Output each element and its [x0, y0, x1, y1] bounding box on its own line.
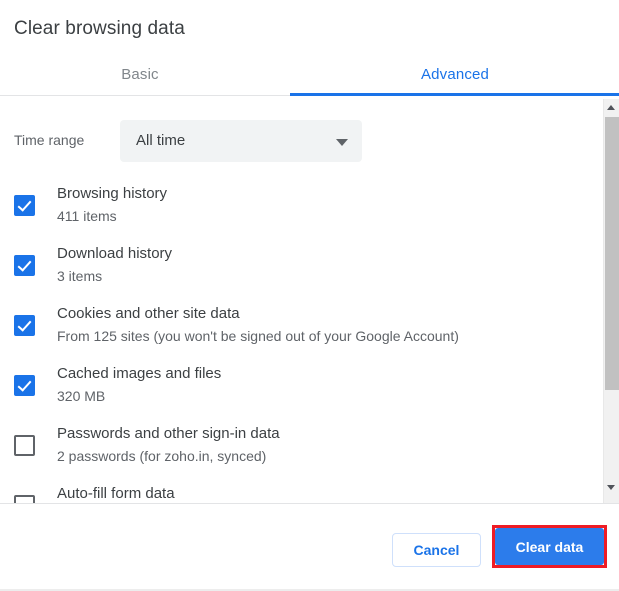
checkbox-autofill-form-data[interactable] [14, 495, 35, 503]
checkbox-browsing-history[interactable] [14, 195, 35, 216]
list-item-text: Cookies and other site data From 125 sit… [57, 303, 587, 347]
list-item-text: Cached images and files 320 MB [57, 363, 587, 407]
list-item-title: Download history [57, 243, 587, 265]
cancel-button[interactable]: Cancel [392, 533, 481, 567]
list-item-title: Auto-fill form data [57, 483, 587, 503]
list-item-text: Download history 3 items [57, 243, 587, 287]
dialog-content-area: Time range All time Browsing history 411… [0, 99, 603, 503]
tab-basic[interactable]: Basic [20, 60, 260, 100]
tab-divider [0, 95, 290, 96]
list-item-text: Auto-fill form data [57, 483, 587, 503]
content-scrollbar[interactable] [603, 99, 619, 503]
list-item-title: Passwords and other sign-in data [57, 423, 587, 445]
active-tab-indicator [290, 93, 619, 96]
tab-strip: Basic Advanced [0, 60, 619, 103]
clear-browsing-data-dialog: Clear browsing data Basic Advanced Time … [0, 0, 619, 591]
list-item-title: Cookies and other site data [57, 303, 587, 325]
list-item-subtitle: From 125 sites (you won't be signed out … [57, 325, 587, 347]
clear-data-annotation-highlight: Clear data [492, 525, 607, 568]
list-item-subtitle: 411 items [57, 205, 587, 227]
clear-data-button[interactable]: Clear data [495, 528, 604, 565]
list-item-text: Browsing history 411 items [57, 183, 587, 227]
list-item-subtitle: 2 passwords (for zoho.in, synced) [57, 445, 587, 467]
scroll-down-arrow-icon[interactable] [604, 479, 619, 496]
checkbox-download-history[interactable] [14, 255, 35, 276]
time-range-label: Time range [14, 132, 84, 148]
chevron-down-icon [336, 139, 348, 146]
list-item[interactable]: Passwords and other sign-in data 2 passw… [0, 417, 603, 477]
page-title: Clear browsing data [14, 18, 185, 40]
list-item[interactable]: Cookies and other site data From 125 sit… [0, 297, 603, 357]
list-item-subtitle: 3 items [57, 265, 587, 287]
list-item-text: Passwords and other sign-in data 2 passw… [57, 423, 587, 467]
time-range-select[interactable]: All time [120, 120, 362, 162]
scrollbar-thumb[interactable] [605, 117, 619, 390]
list-item-title: Browsing history [57, 183, 587, 205]
scroll-up-arrow-icon[interactable] [604, 99, 619, 116]
time-range-row: Time range All time [14, 120, 574, 164]
time-range-value: All time [136, 132, 185, 149]
options-list: Browsing history 411 items Download hist… [0, 177, 603, 503]
checkbox-cached-images-and-files[interactable] [14, 375, 35, 396]
checkbox-passwords-and-signin-data[interactable] [14, 435, 35, 456]
list-item[interactable]: Download history 3 items [0, 237, 603, 297]
list-item-subtitle: 320 MB [57, 385, 587, 407]
checkbox-cookies-and-site-data[interactable] [14, 315, 35, 336]
list-item[interactable]: Auto-fill form data [0, 477, 603, 503]
list-item[interactable]: Cached images and files 320 MB [0, 357, 603, 417]
list-item-title: Cached images and files [57, 363, 587, 385]
list-item[interactable]: Browsing history 411 items [0, 177, 603, 237]
